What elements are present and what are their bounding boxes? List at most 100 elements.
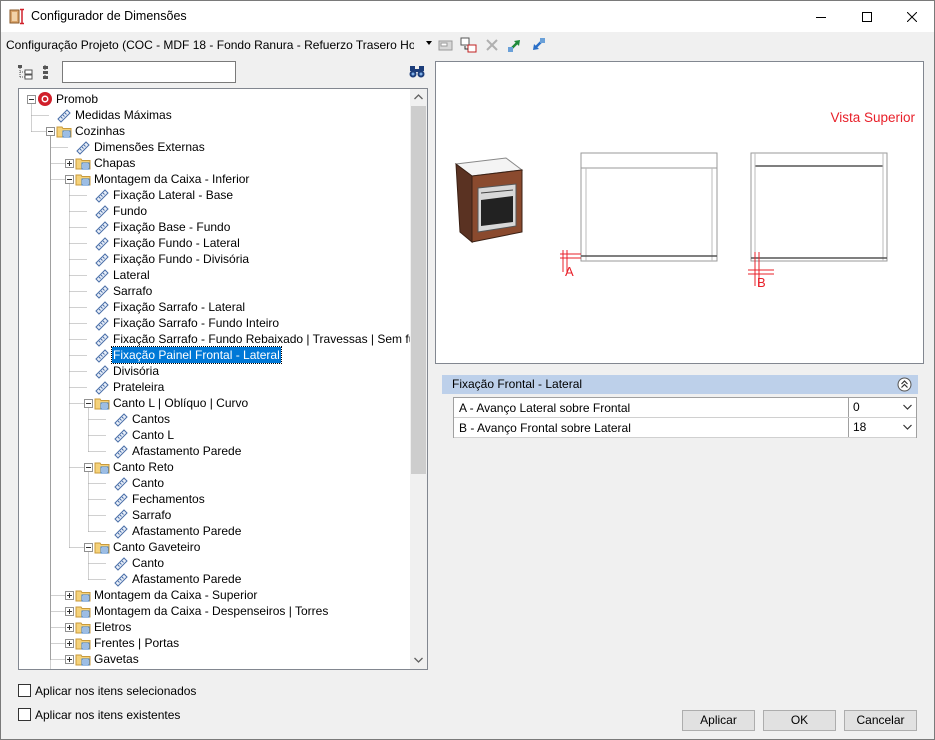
collapse-minus-icon[interactable] (84, 463, 93, 472)
collapse-minus-icon[interactable] (46, 127, 55, 136)
dimension-ruler-icon (95, 205, 109, 219)
collapse-minus-icon[interactable] (27, 95, 36, 104)
collapse-minus-icon[interactable] (84, 543, 93, 552)
tree-item-label[interactable]: Afastamento Parede (131, 523, 242, 539)
property-group-header[interactable]: Fixação Frontal - Lateral (442, 375, 918, 394)
tree-item-label[interactable]: Cantos (131, 411, 171, 427)
collapse-all-icon[interactable] (39, 63, 57, 81)
folder-icon (94, 462, 110, 474)
expand-plus-icon[interactable] (65, 639, 74, 648)
tree-item-label[interactable]: Fixação Fundo - Divisória (112, 251, 250, 267)
dimension-ruler-icon (95, 269, 109, 283)
dimension-label-b: B (757, 275, 766, 290)
tree-item-label[interactable]: Fundo (112, 203, 148, 219)
tree-item-label[interactable]: Fixação Painel Frontal - Lateral (111, 346, 282, 364)
tree-item-label[interactable]: Montagem da Caixa - Inferior (93, 171, 250, 187)
property-value: 18 (853, 420, 867, 434)
tree-item-label[interactable]: Medidas Máximas (74, 107, 173, 123)
dimension-ruler-icon (95, 237, 109, 251)
tree-item-label[interactable]: Montagem da Caixa - Superior (93, 587, 258, 603)
tree-item-label[interactable]: Promob (55, 91, 99, 107)
chevron-down-icon (426, 41, 432, 45)
tree-item-label[interactable]: Canto L (131, 427, 175, 443)
tree-item-label[interactable]: Canto Reto (112, 459, 175, 475)
scroll-thumb[interactable] (411, 106, 426, 474)
tree-item-label[interactable]: Fixação Base - Fundo (112, 219, 231, 235)
expand-all-icon[interactable] (16, 63, 34, 81)
maximize-button[interactable] (844, 1, 890, 32)
tree-search-row (16, 61, 428, 85)
folder-icon (75, 638, 91, 650)
minimize-icon (816, 16, 826, 18)
apply-selected-checkbox[interactable] (18, 684, 31, 697)
apply-button[interactable]: Aplicar (682, 710, 755, 731)
cabinet-3d-thumbnail (454, 157, 524, 244)
property-name: A - Avanço Lateral sobre Frontal (459, 401, 631, 415)
dimension-ruler-icon (114, 445, 128, 459)
property-value-b-select[interactable]: 18 (848, 418, 916, 437)
tree-item-label[interactable]: Canto L | Oblíquo | Curvo (112, 395, 249, 411)
dimension-label-a: A (565, 264, 574, 279)
tree-item-label[interactable]: Eletros (93, 619, 132, 635)
apply-existing-checkbox[interactable] (18, 708, 31, 721)
save-as-icon[interactable] (460, 36, 478, 54)
tree-item-label[interactable]: Chapas (93, 155, 136, 171)
export-icon[interactable] (529, 36, 547, 54)
tree-item-label[interactable]: Fixação Sarrafo - Fundo Rebaixado | Trav… (112, 331, 427, 347)
configuration-select[interactable]: Configuração Projeto (COC - MDF 18 - Fon… (6, 36, 434, 55)
dimension-ruler-icon (114, 573, 128, 587)
dimension-ruler-icon (114, 509, 128, 523)
scroll-down-icon[interactable] (414, 657, 423, 663)
tree-item-label[interactable]: Cozinhas (74, 123, 126, 139)
tree-item-label[interactable]: Canto (131, 555, 165, 571)
tree-item-label[interactable]: Canto (131, 475, 165, 491)
dimension-ruler-icon (95, 365, 109, 379)
expand-plus-icon[interactable] (65, 607, 74, 616)
close-button[interactable] (889, 1, 935, 32)
tree-vertical-scrollbar[interactable] (410, 89, 427, 669)
expand-plus-icon[interactable] (65, 159, 74, 168)
scroll-up-icon[interactable] (414, 94, 423, 100)
apply-existing-label: Aplicar nos itens existentes (35, 708, 181, 722)
cancel-button[interactable]: Cancelar (844, 710, 917, 731)
tree-item-label[interactable]: Lateral (112, 267, 151, 283)
collapse-minus-icon[interactable] (84, 399, 93, 408)
configuration-select-value: Configuração Projeto (COC - MDF 18 - Fon… (6, 38, 414, 52)
save-icon[interactable] (437, 36, 455, 54)
maximize-icon (862, 11, 872, 22)
tree-item-label[interactable]: Fechamentos (131, 491, 206, 507)
tree-item-label[interactable]: Fixação Sarrafo - Fundo Inteiro (112, 315, 280, 331)
dimension-ruler-icon (57, 109, 71, 123)
tree-item-label[interactable]: Canto Gaveteiro (112, 539, 201, 555)
dimension-tree[interactable]: Promob Medidas Máximas Cozinhas Dimensões E… (18, 88, 428, 670)
delete-icon[interactable] (483, 36, 501, 54)
tree-item-label[interactable]: Fixação Sarrafo - Lateral (112, 299, 246, 315)
ok-button[interactable]: OK (763, 710, 836, 731)
tree-item-label[interactable]: Fixação Lateral - Base (112, 187, 234, 203)
binoculars-search-icon[interactable] (408, 64, 426, 80)
tree-item-label[interactable]: Fixação Fundo - Lateral (112, 235, 241, 251)
tree-item-label[interactable]: Dimensões Externas (93, 139, 206, 155)
tree-item-label[interactable]: Prateleira (112, 379, 165, 395)
collapse-group-icon[interactable] (897, 377, 912, 392)
collapse-minus-icon[interactable] (65, 175, 74, 184)
folder-icon (75, 622, 91, 634)
expand-plus-icon[interactable] (65, 623, 74, 632)
tree-item-label[interactable]: Sarrafo (112, 283, 153, 299)
top-view-a-drawing (560, 152, 718, 272)
tree-search-input[interactable] (62, 61, 236, 83)
tree-item-label[interactable]: Gavetas (93, 651, 140, 667)
tree-item-label[interactable]: Frentes | Portas (93, 635, 180, 651)
expand-plus-icon[interactable] (65, 591, 74, 600)
tree-item-label[interactable]: Afastamento Parede (131, 443, 242, 459)
property-value-a-select[interactable]: 0 (848, 398, 916, 417)
import-icon[interactable] (506, 36, 524, 54)
tree-item-label[interactable]: Montagem da Caixa - Despenseiros | Torre… (93, 603, 329, 619)
minimize-button[interactable] (798, 1, 844, 32)
ruler-book-icon (9, 8, 24, 25)
expand-plus-icon[interactable] (65, 655, 74, 664)
property-grid: A - Avanço Lateral sobre Frontal 0 B - A… (453, 397, 917, 438)
tree-item-label[interactable]: Afastamento Parede (131, 571, 242, 587)
tree-item-label[interactable]: Sarrafo (131, 507, 172, 523)
tree-item-label[interactable]: Divisória (112, 363, 160, 379)
